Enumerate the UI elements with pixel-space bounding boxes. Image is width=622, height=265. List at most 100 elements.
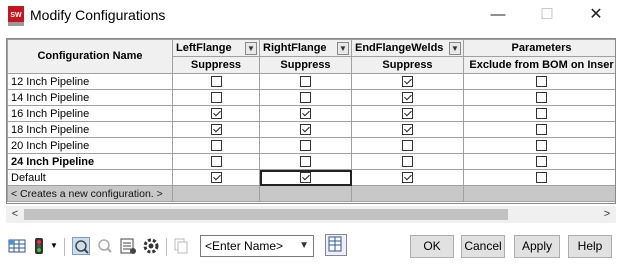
- suppress-checkbox[interactable]: [300, 76, 311, 88]
- suppress-checkbox[interactable]: [300, 108, 311, 120]
- suppress-checkbox[interactable]: [300, 140, 311, 152]
- suppress-checkbox[interactable]: [210, 108, 222, 120]
- suppress-checkbox[interactable]: [402, 172, 413, 184]
- suppress-checkbox[interactable]: [402, 108, 413, 120]
- column-header-rightflange[interactable]: RightFlange ▼: [259, 39, 352, 57]
- suppress-checkbox[interactable]: [536, 124, 547, 136]
- configuration-name-cell[interactable]: 14 Inch Pipeline: [7, 89, 173, 106]
- configuration-name-select[interactable]: <Enter Name> ▼: [200, 235, 314, 257]
- scrollbar-thumb[interactable]: [24, 209, 508, 220]
- chevron-down-icon[interactable]: ▼: [245, 42, 257, 55]
- checkbox-cell[interactable]: [463, 169, 615, 186]
- checkbox-cell[interactable]: [351, 105, 464, 122]
- suppress-checkbox[interactable]: [402, 76, 413, 88]
- empty-cell: [172, 185, 260, 202]
- checkbox-cell[interactable]: [259, 137, 352, 154]
- checkbox-cell[interactable]: [172, 89, 260, 106]
- table-row[interactable]: 14 Inch Pipeline: [7, 89, 615, 106]
- table-layout-icon[interactable]: [325, 234, 347, 256]
- table-row[interactable]: 18 Inch Pipeline: [7, 121, 615, 138]
- configuration-name-cell[interactable]: 18 Inch Pipeline: [7, 121, 173, 138]
- configuration-name-cell[interactable]: 20 Inch Pipeline: [7, 137, 173, 154]
- configuration-name-cell[interactable]: 24 Inch Pipeline: [7, 153, 173, 170]
- suppress-checkbox[interactable]: [210, 156, 222, 168]
- checkbox-cell[interactable]: [259, 73, 352, 90]
- suppress-checkbox[interactable]: [210, 124, 222, 136]
- minimize-button[interactable]: —: [486, 4, 510, 26]
- checkbox-cell[interactable]: [172, 137, 260, 154]
- suppress-checkbox[interactable]: [210, 92, 222, 104]
- suppress-checkbox[interactable]: [210, 76, 222, 88]
- checkbox-cell[interactable]: [351, 137, 464, 154]
- scroll-left-icon[interactable]: <: [8, 206, 22, 223]
- new-configuration-row[interactable]: < Creates a new configuration. >: [7, 185, 615, 202]
- suppress-checkbox[interactable]: [300, 124, 311, 136]
- configuration-name-cell[interactable]: 16 Inch Pipeline: [7, 105, 173, 122]
- configuration-name-cell[interactable]: Default: [7, 169, 173, 186]
- checkbox-cell[interactable]: [259, 169, 352, 186]
- traffic-light-icon[interactable]: [30, 237, 48, 255]
- suppress-checkbox[interactable]: [300, 172, 311, 184]
- suppress-checkbox[interactable]: [536, 140, 547, 152]
- suppress-checkbox[interactable]: [536, 156, 547, 168]
- help-button[interactable]: Help: [568, 235, 612, 258]
- checkbox-cell[interactable]: [259, 121, 352, 138]
- checkbox-cell[interactable]: [351, 121, 464, 138]
- suppress-checkbox[interactable]: [300, 156, 311, 168]
- checkbox-cell[interactable]: [259, 89, 352, 106]
- apply-button[interactable]: Apply: [514, 235, 560, 258]
- new-configuration-label[interactable]: < Creates a new configuration. >: [7, 185, 173, 202]
- suppress-checkbox[interactable]: [536, 108, 547, 120]
- checkbox-cell[interactable]: [172, 121, 260, 138]
- horizontal-scrollbar[interactable]: < >: [6, 206, 616, 223]
- chevron-down-icon[interactable]: ▼: [449, 42, 461, 55]
- suppress-checkbox[interactable]: [402, 156, 413, 168]
- checkbox-cell[interactable]: [463, 73, 615, 90]
- filter-icon[interactable]: [72, 237, 90, 255]
- checkbox-cell[interactable]: [351, 89, 464, 106]
- table-row[interactable]: Default: [7, 169, 615, 186]
- suppress-checkbox[interactable]: [210, 172, 222, 184]
- suppress-checkbox[interactable]: [210, 140, 222, 152]
- cancel-button[interactable]: Cancel: [461, 235, 505, 258]
- checkbox-cell[interactable]: [351, 153, 464, 170]
- checkbox-cell[interactable]: [172, 153, 260, 170]
- chevron-down-icon[interactable]: ▼: [50, 237, 60, 255]
- suppress-checkbox[interactable]: [402, 140, 413, 152]
- checkbox-cell[interactable]: [259, 105, 352, 122]
- checkbox-cell[interactable]: [172, 73, 260, 90]
- close-button[interactable]: ✕: [584, 4, 608, 26]
- column-header-endflangewelds[interactable]: EndFlangeWelds ▼: [351, 39, 464, 57]
- configuration-name-cell[interactable]: 12 Inch Pipeline: [7, 73, 173, 90]
- checkbox-cell[interactable]: [463, 137, 615, 154]
- checkbox-cell[interactable]: [172, 105, 260, 122]
- gear-icon[interactable]: [142, 237, 160, 255]
- table-row[interactable]: 12 Inch Pipeline: [7, 73, 615, 90]
- ok-button[interactable]: OK: [410, 235, 454, 258]
- checkbox-cell[interactable]: [172, 169, 260, 186]
- checkbox-cell[interactable]: [351, 169, 464, 186]
- suppress-checkbox[interactable]: [536, 92, 547, 104]
- parameter-icon[interactable]: [96, 237, 114, 255]
- table-row[interactable]: 24 Inch Pipeline: [7, 153, 615, 170]
- checkbox-cell[interactable]: [259, 153, 352, 170]
- suppress-checkbox[interactable]: [300, 92, 311, 104]
- checkbox-cell[interactable]: [351, 73, 464, 90]
- suppress-checkbox[interactable]: [536, 76, 547, 88]
- suppress-checkbox[interactable]: [536, 172, 547, 184]
- checkbox-cell[interactable]: [463, 121, 615, 138]
- scroll-right-icon[interactable]: >: [600, 206, 614, 223]
- chevron-down-icon[interactable]: ▼: [299, 236, 309, 256]
- checkbox-cell[interactable]: [463, 105, 615, 122]
- chevron-down-icon[interactable]: ▼: [337, 42, 349, 55]
- suppress-checkbox[interactable]: [402, 92, 413, 104]
- maximize-button[interactable]: ☐: [535, 4, 559, 26]
- table-settings-icon[interactable]: [119, 237, 137, 255]
- table-row[interactable]: 16 Inch Pipeline: [7, 105, 615, 122]
- table-view-icon[interactable]: [8, 237, 26, 255]
- suppress-checkbox[interactable]: [402, 124, 413, 136]
- column-header-leftflange[interactable]: LeftFlange ▼: [172, 39, 260, 57]
- table-row[interactable]: 20 Inch Pipeline: [7, 137, 615, 154]
- checkbox-cell[interactable]: [463, 89, 615, 106]
- checkbox-cell[interactable]: [463, 153, 615, 170]
